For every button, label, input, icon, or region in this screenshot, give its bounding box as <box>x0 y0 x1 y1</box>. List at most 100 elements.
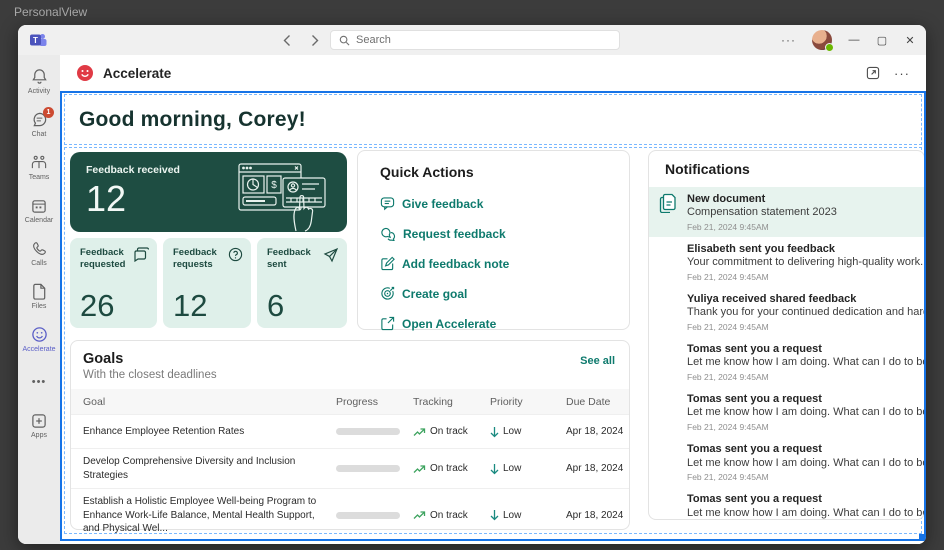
notification-item[interactable]: Tomas sent you a request Let me know how… <box>649 437 924 487</box>
quick-actions-title: Quick Actions <box>380 164 474 180</box>
column-progress: Progress <box>336 395 379 408</box>
notification-body: Let me know how I am doing. What can I d… <box>687 506 925 519</box>
notification-title: Elisabeth sent you feedback <box>687 243 835 256</box>
notification-body: Your commitment to delivering high-quali… <box>687 256 925 269</box>
stat-value: 12 <box>173 288 208 323</box>
sidebar-item-accelerate[interactable]: Accelerate <box>18 319 60 359</box>
sidebar-item-more[interactable]: ••• <box>18 362 60 402</box>
notification-title: Tomas sent you a request <box>687 493 822 506</box>
selection-resize-handle[interactable] <box>919 534 926 541</box>
priority-label: Low <box>503 509 522 521</box>
teams-window: T Search ··· — ▢ ✕ Activity 1 Chat Teams… <box>18 25 926 544</box>
goal-row[interactable]: Develop Comprehensive Diversity and Incl… <box>71 448 629 488</box>
notification-body: Let me know how I am doing. What can I d… <box>687 356 925 369</box>
open-accelerate-action[interactable]: Open Accelerate <box>380 311 607 336</box>
goals-table-header: Goal Progress Tracking Priority Due Date <box>71 389 629 414</box>
goal-row[interactable]: Establish a Holistic Employee Well-being… <box>71 488 629 542</box>
notification-title: Tomas sent you a request <box>687 393 822 406</box>
goal-row[interactable]: Enhance Employee Retention Rates On trac… <box>71 414 629 448</box>
stat-label: Feedback sent <box>267 247 311 270</box>
feedback-requested-card[interactable]: Feedback requested 26 <box>70 238 157 328</box>
give-feedback-action[interactable]: Give feedback <box>380 191 607 216</box>
comment-icon <box>380 197 395 211</box>
sidebar-item-calls[interactable]: Calls <box>18 233 60 273</box>
column-due-date: Due Date <box>566 395 611 408</box>
maximize-button[interactable]: ▢ <box>876 34 888 47</box>
sidebar-item-label: Calendar <box>24 216 54 224</box>
chat-bubbles-icon <box>134 247 149 262</box>
feedback-requests-card[interactable]: Feedback requests 12 <box>163 238 251 328</box>
notification-item[interactable]: Tomas sent you a request Let me know how… <box>649 337 924 387</box>
app-more-button[interactable]: ··· <box>894 66 910 81</box>
sidebar-item-calendar[interactable]: Calendar <box>18 190 60 230</box>
feedback-sent-card[interactable]: Feedback sent 6 <box>257 238 347 328</box>
column-goal: Goal <box>83 395 106 408</box>
sidebar-item-label: Activity <box>27 87 51 95</box>
sidebar-item-files[interactable]: Files <box>18 276 60 316</box>
sidebar-item-label: Accelerate <box>22 345 56 353</box>
notification-time: Feb 21, 2024 9:45AM <box>687 272 769 283</box>
sidebar-item-label: Apps <box>31 431 47 439</box>
sidebar-item-label: Calls <box>31 259 47 267</box>
goal-name: Develop Comprehensive Diversity and Incl… <box>83 456 296 481</box>
trend-up-icon <box>413 464 426 473</box>
svg-text:$: $ <box>271 180 277 191</box>
avatar <box>659 242 679 282</box>
avatar <box>659 442 679 482</box>
os-window-title: PersonalView <box>14 5 88 19</box>
notification-item[interactable]: Elisabeth sent you feedback Your commitm… <box>649 237 924 287</box>
priority-label: Low <box>503 426 522 437</box>
progress-bar <box>336 511 400 519</box>
titlebar: T Search ··· — ▢ ✕ <box>18 25 926 55</box>
question-circle-icon <box>228 247 243 262</box>
close-button[interactable]: ✕ <box>904 34 916 47</box>
progress-bar <box>336 465 400 472</box>
teams-logo-icon: T <box>30 32 47 48</box>
feedback-received-card[interactable]: Feedback received 12 $ <box>70 152 347 232</box>
trend-up-icon <box>413 511 426 520</box>
send-plane-icon <box>323 247 339 263</box>
phone-icon <box>30 240 48 258</box>
popout-icon[interactable] <box>866 66 880 80</box>
sidebar-item-label: Teams <box>28 173 50 181</box>
sidebar-item-label: Chat <box>31 130 47 138</box>
minimize-button[interactable]: — <box>848 34 860 46</box>
quick-actions-card: Quick Actions Give feedback Request feed… <box>357 150 630 331</box>
search-input[interactable]: Search <box>330 30 620 50</box>
user-avatar[interactable] <box>812 30 834 52</box>
create-goal-action[interactable]: Create goal <box>380 281 607 306</box>
avatar <box>659 392 679 432</box>
notification-time: Feb 21, 2024 9:45AM <box>687 222 769 233</box>
see-all-link[interactable]: See all <box>580 351 615 381</box>
add-feedback-note-action[interactable]: Add feedback note <box>380 251 607 276</box>
notification-time: Feb 21, 2024 9:45AM <box>687 472 769 483</box>
app-title: Accelerate <box>103 65 172 81</box>
back-button[interactable] <box>280 32 294 48</box>
arrow-down-icon <box>490 463 499 474</box>
avatar <box>659 492 679 519</box>
titlebar-controls: ··· — ▢ ✕ <box>781 25 916 55</box>
stat-value: 26 <box>80 288 115 323</box>
notification-item[interactable]: Tomas sent you a request Let me know how… <box>649 487 925 519</box>
trend-up-icon <box>413 427 426 436</box>
avatar <box>659 292 679 332</box>
notification-item[interactable]: Yuliya received shared feedback Thank yo… <box>649 287 924 337</box>
sidebar-item-teams[interactable]: Teams <box>18 147 60 187</box>
sidebar-item-chat[interactable]: 1 Chat <box>18 104 60 144</box>
dashboard-hand-illustration: $ <box>238 163 326 232</box>
action-label: Request feedback <box>403 226 506 241</box>
notification-title: New document <box>687 193 766 205</box>
app-header: Accelerate ··· <box>60 55 926 91</box>
request-feedback-action[interactable]: Request feedback <box>380 221 607 246</box>
forward-button[interactable] <box>308 32 322 48</box>
notification-title: Yuliya received shared feedback <box>687 293 857 306</box>
due-date: Apr 18, 2024 <box>566 509 624 521</box>
notification-item[interactable]: New document Compensation statement 2023… <box>649 187 924 238</box>
sidebar-item-activity[interactable]: Activity <box>18 61 60 101</box>
notification-title: Tomas sent you a request <box>687 443 822 456</box>
notification-body: Thank you for your continued dedication … <box>687 306 925 319</box>
notification-title: Tomas sent you a request <box>687 343 822 356</box>
titlebar-more-button[interactable]: ··· <box>781 33 796 47</box>
notification-item[interactable]: Tomas sent you a request Let me know how… <box>649 387 924 437</box>
sidebar-item-apps[interactable]: Apps <box>18 405 60 445</box>
